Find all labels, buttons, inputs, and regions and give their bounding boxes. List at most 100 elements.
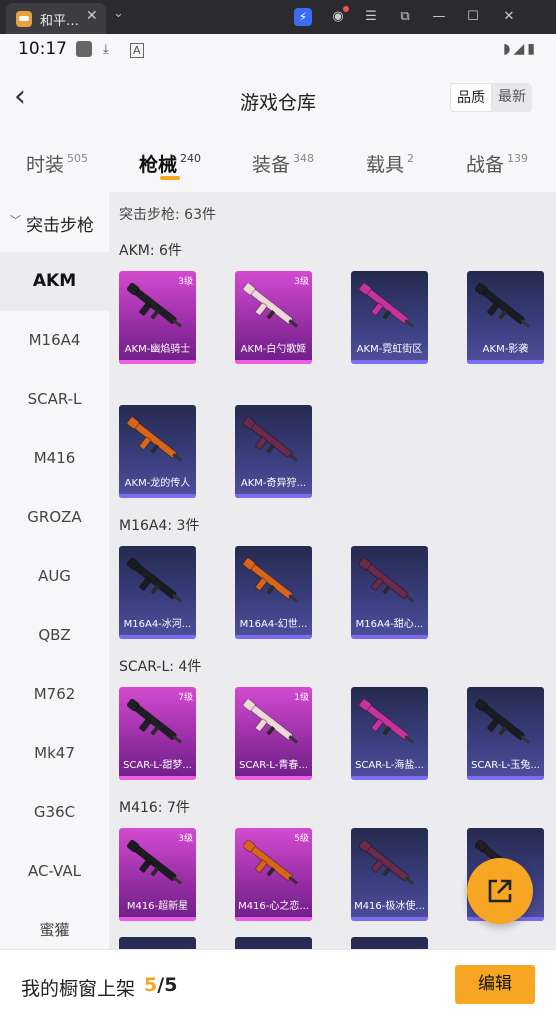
rifle-icon (127, 283, 183, 328)
weapon-skin-card[interactable]: AKM-奇异狩... (235, 405, 312, 498)
category-tabs: 时装 505 枪械 240 装备 348 载具 2 战备 139 (0, 132, 556, 192)
weapon-skin-card[interactable]: AKM-霓虹街区 (351, 271, 428, 364)
sidebar-group-label: 突击步枪 (26, 216, 94, 236)
rifle-icon (243, 283, 299, 328)
tab-label: 载具 (366, 154, 405, 176)
skin-level: 5级 (294, 834, 309, 844)
weapon-skin-card[interactable]: 1级 SCAR-L-青春... (235, 687, 312, 780)
rarity-bar (119, 635, 196, 639)
user-icon[interactable]: ◉ (329, 6, 349, 26)
sidebar-item-akm[interactable]: AKM (0, 252, 109, 311)
bolt-icon[interactable]: ⚡ (294, 8, 312, 26)
minimize-icon[interactable]: — (430, 8, 448, 26)
close-icon[interactable]: ✕ (500, 8, 518, 26)
sidebar-item-mk47[interactable]: Mk47 (0, 724, 109, 783)
sidebar-item-aug[interactable]: AUG (0, 547, 109, 606)
edit-button[interactable]: 编辑 (455, 965, 535, 1004)
tab-count: 240 (180, 152, 202, 165)
tab-vehicles[interactable]: 载具 2 (366, 150, 414, 177)
sidebar-item-g36c[interactable]: G36C (0, 783, 109, 842)
tab-count: 139 (507, 152, 529, 165)
sidebar-item-m16a4[interactable]: M16A4 (0, 311, 109, 370)
skin-name: AKM-白勺歌姬 (240, 344, 307, 355)
skin-name: SCAR-L-甜梦... (123, 760, 192, 771)
rarity-bar (351, 635, 428, 639)
sidebar-group-assault-rifles[interactable]: ﹀ 突击步枪 (0, 192, 109, 252)
skin-name: SCAR-L-青春... (239, 760, 308, 771)
tab-count: 2 (407, 152, 415, 165)
weapon-skin-card[interactable] (235, 937, 312, 949)
weapon-skin-card[interactable]: SCAR-L-海盐... (351, 687, 428, 780)
category-summary: 突击步枪: 63件 (119, 207, 216, 223)
tab-label: 时装 (26, 154, 65, 176)
chevron-down-icon[interactable]: ⌄ (113, 6, 124, 21)
maximize-icon[interactable]: ☐ (464, 8, 482, 26)
skin-level: 7级 (178, 693, 193, 703)
rarity-bar (119, 776, 196, 780)
window-titlebar: 和平… ✕ ⌄ ⚡ ◉ ☰ ⧉ — ☐ ✕ (0, 0, 556, 34)
tab-guns[interactable]: 枪械 240 (139, 150, 201, 177)
rarity-bar (235, 360, 312, 364)
skin-name: M16A4-幻世... (239, 619, 308, 630)
text-a-icon: A (130, 43, 144, 58)
showcase-footer: 我的橱窗上架 5/5 编辑 (0, 949, 556, 1019)
weapon-grid-area[interactable]: 突击步枪: 63件 AKM: 6件 3级 AKM-幽焰骑士 3级 AKM-白勺歌姬 AKM… (109, 192, 556, 949)
showcase-current: 5 (144, 974, 158, 996)
rifle-icon (359, 840, 415, 885)
sort-quality-button[interactable]: 品质 (450, 83, 492, 112)
browser-tab[interactable]: 和平… ✕ (6, 3, 106, 34)
skin-name: M416-心之恋... (238, 901, 309, 912)
skin-level: 3级 (178, 834, 193, 844)
rifle-icon (359, 699, 415, 744)
weapon-skin-card[interactable]: 3级 AKM-幽焰骑士 (119, 271, 196, 364)
weapon-skin-card[interactable]: AKM-影袭 (467, 271, 544, 364)
weapon-skin-card[interactable] (119, 937, 196, 949)
skin-level: 1级 (294, 693, 309, 703)
menu-icon[interactable]: ☰ (362, 8, 380, 26)
weapon-skin-card[interactable]: 3级 M416-超新星 (119, 828, 196, 921)
weapon-skin-card[interactable]: 3级 AKM-白勺歌姬 (235, 271, 312, 364)
app-root: 和平… ✕ ⌄ ⚡ ◉ ☰ ⧉ — ☐ ✕ 10:17 ⤓ A ◗◢▮ ‹ 游戏… (0, 0, 556, 1019)
sidebar-item-qbz[interactable]: QBZ (0, 606, 109, 665)
weapon-skin-card[interactable]: M16A4-幻世... (235, 546, 312, 639)
rarity-bar (351, 360, 428, 364)
tab-count: 505 (67, 152, 89, 165)
weapon-skin-card[interactable]: M16A4-冰河... (119, 546, 196, 639)
skin-name: AKM-龙的传人 (124, 478, 191, 489)
weapon-skin-card[interactable] (351, 937, 428, 949)
share-external-icon (488, 879, 512, 903)
notification-square-icon (76, 41, 92, 57)
weapon-skin-card[interactable]: M16A4-甜心... (351, 546, 428, 639)
weapon-skin-card[interactable]: 7级 SCAR-L-甜梦... (119, 687, 196, 780)
weapon-skin-card[interactable]: 5级 M416-心之恋... (235, 828, 312, 921)
rifle-icon (243, 558, 299, 603)
skin-level: 3级 (178, 277, 193, 287)
sidebar-item-scar-l[interactable]: SCAR-L (0, 370, 109, 429)
sort-latest-button[interactable]: 最新 (492, 83, 532, 112)
rarity-bar (119, 917, 196, 921)
weapon-skin-card[interactable]: M416-极冰使... (351, 828, 428, 921)
sidebar-item-groza[interactable]: GROZA (0, 488, 109, 547)
sidebar-item-ac-val[interactable]: AC-VAL (0, 842, 109, 901)
skin-name: M16A4-甜心... (355, 619, 424, 630)
skin-name: AKM-幽焰骑士 (124, 344, 191, 355)
rifle-icon (359, 283, 415, 328)
screenshot-icon[interactable]: ⧉ (396, 8, 414, 26)
rifle-icon (127, 558, 183, 603)
share-external-button[interactable] (467, 858, 533, 924)
signal-battery-icons: ◗◢▮ (503, 41, 538, 57)
weapon-skin-card[interactable]: AKM-龙的传人 (119, 405, 196, 498)
tab-equipment[interactable]: 装备 348 (252, 150, 314, 177)
tab-close-icon[interactable]: ✕ (86, 8, 98, 24)
tab-fashion[interactable]: 时装 505 (26, 150, 88, 177)
rarity-bar (467, 776, 544, 780)
rarity-bar (235, 917, 312, 921)
tab-supplies[interactable]: 战备 139 (466, 150, 528, 177)
sidebar-item-honey-badger[interactable]: 蜜獾 (0, 901, 109, 949)
sidebar-item-m416[interactable]: M416 (0, 429, 109, 488)
rarity-bar (351, 917, 428, 921)
sidebar-item-m762[interactable]: M762 (0, 665, 109, 724)
tab-label: 战备 (466, 154, 505, 176)
section-title: M416: 7件 (119, 800, 190, 816)
weapon-skin-card[interactable]: SCAR-L-玉兔... (467, 687, 544, 780)
